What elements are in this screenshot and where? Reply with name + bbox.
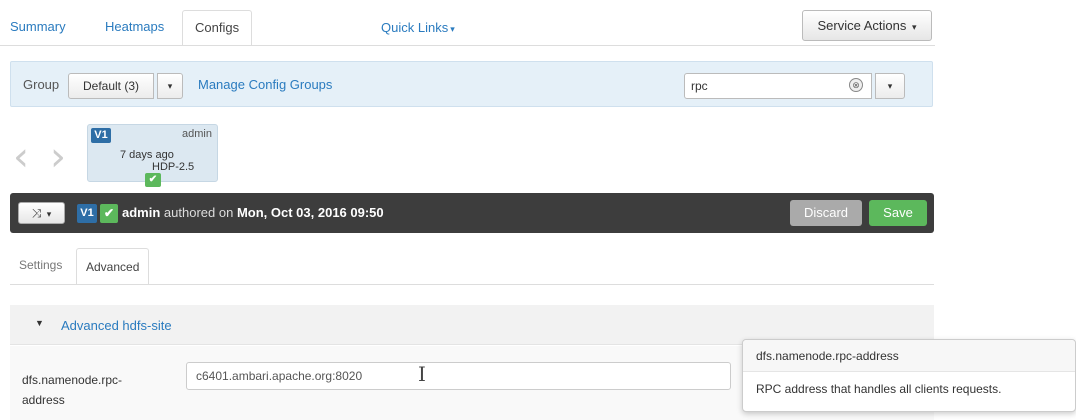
property-popover: dfs.namenode.rpc-address RPC address tha…: [742, 339, 1076, 412]
group-label: Group: [23, 77, 60, 92]
quick-links-dropdown[interactable]: Quick Links ▾: [381, 20, 455, 35]
chevron-right-icon[interactable]: ›: [50, 137, 66, 177]
tab-settings[interactable]: Settings: [19, 258, 62, 272]
caret-down-icon: ▾: [46, 209, 52, 219]
quick-links-label: Quick Links: [381, 20, 449, 35]
tab-configs[interactable]: Configs: [182, 10, 253, 46]
caret-down-icon: ▾: [911, 22, 917, 32]
caret-down-icon: ▾: [167, 81, 173, 91]
tab-heatmaps[interactable]: Heatmaps: [105, 10, 164, 44]
triangle-down-icon: ▼: [35, 318, 44, 328]
service-actions-button[interactable]: Service Actions ▾: [802, 10, 932, 41]
subtabs-divider: [10, 284, 934, 285]
section-title[interactable]: Advanced hdfs-site: [61, 318, 172, 333]
current-version-check-icon: ✔: [145, 173, 161, 187]
tab-summary[interactable]: Summary: [10, 10, 66, 44]
version-time: 7 days ago: [120, 149, 174, 161]
caret-down-icon: ▾: [887, 81, 893, 91]
version-stack: HDP-2.5: [152, 161, 195, 173]
check-icon: ✔: [100, 204, 118, 223]
text-cursor-icon: I: [418, 362, 426, 386]
shuffle-icon: ⤨: [31, 206, 42, 220]
authored-on-text: authored on: [163, 205, 234, 220]
popover-body: RPC address that handles all clients req…: [756, 382, 1002, 396]
group-dropdown-toggle[interactable]: ▾: [157, 73, 183, 99]
service-actions-label: Service Actions: [817, 18, 907, 33]
popover-title: dfs.namenode.rpc-address: [743, 340, 1075, 372]
rpc-address-input[interactable]: c6401.ambari.apache.org:8020: [186, 362, 731, 390]
clear-filter-icon[interactable]: ⊗: [849, 78, 863, 92]
property-label: dfs.namenode.rpc-address: [22, 373, 123, 407]
config-filter-input[interactable]: rpc: [684, 73, 872, 99]
authored-info: admin authored on Mon, Oct 03, 2016 09:5…: [122, 205, 384, 220]
version-info-bar: ⤨ ▾ V1 ✔ admin authored on Mon, Oct 03, …: [10, 193, 934, 233]
discard-button[interactable]: Discard: [790, 200, 862, 226]
manage-config-groups-link[interactable]: Manage Config Groups: [198, 77, 332, 92]
version-badge: V1: [91, 128, 111, 143]
group-select-button[interactable]: Default (3): [68, 73, 154, 99]
tab-advanced[interactable]: Advanced: [76, 248, 150, 285]
save-button[interactable]: Save: [869, 200, 927, 226]
tabs-divider: [0, 45, 935, 46]
caret-down-icon: ▾: [450, 24, 455, 34]
version-card[interactable]: V1 admin 7 days ago HDP-2.5 ✔: [87, 124, 218, 187]
version-user: admin: [182, 128, 212, 140]
author-name: admin: [122, 205, 161, 220]
filter-dropdown-toggle[interactable]: ▾: [875, 73, 905, 99]
chevron-left-icon[interactable]: ‹: [13, 137, 29, 177]
compare-versions-button[interactable]: ⤨ ▾: [18, 202, 65, 224]
authored-date: Mon, Oct 03, 2016 09:50: [236, 205, 384, 220]
version-badge: V1: [77, 204, 97, 223]
config-group-bar: Group Default (3) ▾ Manage Config Groups…: [10, 61, 933, 107]
